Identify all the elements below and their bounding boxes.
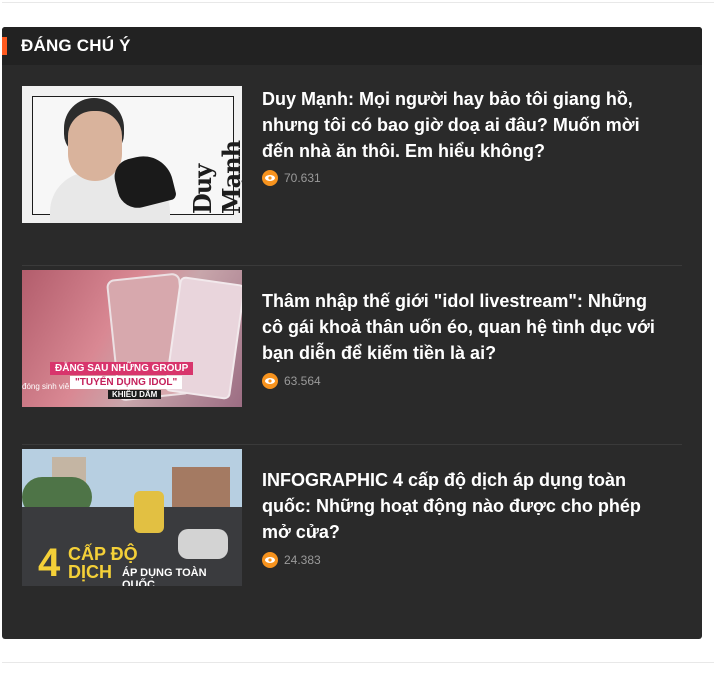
thumbnail-subtitle: ÁP DỤNG TOÀN QUỐC: [122, 567, 207, 586]
view-count: 63.564: [284, 374, 321, 388]
article-title[interactable]: INFOGRAPHIC 4 cấp độ dịch áp dụng toàn q…: [262, 467, 672, 545]
bottom-divider: [2, 662, 714, 663]
view-counter: 63.564: [262, 373, 321, 389]
thumbnail-text: Duy Mạnh: [188, 140, 242, 214]
panel-header: ĐÁNG CHÚ Ý: [2, 27, 702, 65]
top-divider: [2, 2, 714, 3]
article-thumbnail[interactable]: đóng sinh viê ĐẰNG SAU NHỮNG GROUP "TUYỂ…: [22, 270, 242, 407]
thumbnail-text: DỊCH: [68, 562, 112, 582]
article-item[interactable]: Duy Mạnh Duy Mạnh: Mọi người hay bảo tôi…: [22, 86, 682, 264]
thumbnail-tag: KHIÊU DÂM: [108, 390, 162, 399]
view-counter: 24.383: [262, 552, 321, 568]
eye-icon: [262, 552, 278, 568]
article-thumbnail[interactable]: Duy Mạnh: [22, 86, 242, 223]
article-title[interactable]: Duy Mạnh: Mọi người hay bảo tôi giang hồ…: [262, 86, 672, 164]
article-item[interactable]: 4 CẤP ĐỘ DỊCH ÁP DỤNG TOÀN QUỐC INFOGRAP…: [22, 444, 682, 623]
motorbike-image: [178, 529, 228, 559]
view-count: 70.631: [284, 171, 321, 185]
thumbnail-caption: đóng sinh viê: [22, 382, 70, 391]
section-title: ĐÁNG CHÚ Ý: [21, 36, 131, 55]
featured-panel: ĐÁNG CHÚ Ý Duy Mạnh Duy Mạnh: Mọi người …: [2, 27, 702, 639]
article-item[interactable]: đóng sinh viê ĐẰNG SAU NHỮNG GROUP "TUYỂ…: [22, 265, 682, 444]
motorbike-image: [134, 491, 164, 533]
thumbnail-tag: ĐẰNG SAU NHỮNG GROUP: [50, 362, 194, 375]
person-face: [68, 111, 122, 181]
eye-icon: [262, 373, 278, 389]
thumbnail-tag: "TUYỂN DỤNG IDOL": [70, 376, 183, 389]
thumbnail-number: 4: [38, 541, 61, 585]
thumbnail-text: CẤP ĐỘ: [68, 544, 138, 564]
accent-bar: [2, 37, 7, 55]
view-counter: 70.631: [262, 170, 321, 186]
view-count: 24.383: [284, 553, 321, 567]
article-title[interactable]: Thâm nhập thế giới "idol livestream": Nh…: [262, 288, 672, 366]
eye-icon: [262, 170, 278, 186]
article-thumbnail[interactable]: 4 CẤP ĐỘ DỊCH ÁP DỤNG TOÀN QUỐC: [22, 449, 242, 586]
